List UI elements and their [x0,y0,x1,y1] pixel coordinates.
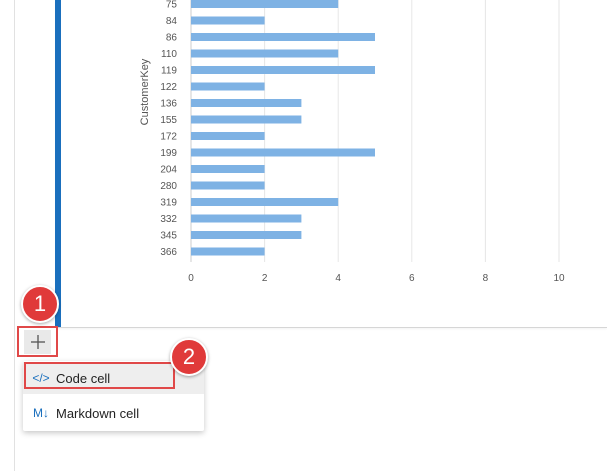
bar [191,181,265,190]
menu-item-label: Code cell [56,370,111,386]
y-tick-label: 86 [166,33,178,44]
callout-badge-1: 1 [21,285,59,323]
bar [191,247,265,256]
menu-item-markdown-cell[interactable]: M↓ Markdown cell [23,397,204,429]
y-tick-label: 319 [160,198,177,209]
y-tick-label: 172 [160,132,177,143]
y-tick-label: 110 [161,49,177,60]
y-tick-label: 332 [160,214,177,225]
bar [191,198,339,206]
y-tick-label: 122 [160,82,177,93]
notebook-page: 0 2 4 6 8 10 75 84 86 110 119 122 136 155 172 199 204 280… [0,0,607,471]
menu-item-label: Markdown cell [56,405,140,421]
x-tick-label: 2 [262,273,268,284]
y-tick-label: 136 [160,99,177,110]
y-tick-label: 84 [166,16,178,27]
add-cell-button[interactable] [17,326,58,357]
x-tick-label: 10 [553,273,565,284]
customer-bar-chart: 0 2 4 6 8 10 75 84 86 110 119 122 136 155 172 199 204 280… [139,0,565,284]
bar [191,33,375,41]
bar [191,82,265,91]
bar [191,132,265,140]
bar [191,49,339,58]
y-tick-label: 119 [161,66,177,77]
bar [191,148,375,157]
bar [191,16,265,25]
code-icon: </> [32,371,50,385]
x-tick-label: 8 [483,273,489,284]
y-tick-label: 155 [160,115,177,126]
markdown-icon: M↓ [33,406,49,420]
y-tick-label: 204 [160,165,177,176]
bar [191,66,375,74]
bar [191,165,265,173]
y-axis-title: CustomerKey [139,58,151,125]
x-tick-label: 4 [335,273,341,284]
plus-icon [24,329,51,354]
x-tick-label: 6 [409,273,415,284]
bar [191,231,302,239]
bar [191,99,302,107]
y-tick-label: 366 [160,247,177,258]
y-tick-label: 75 [166,0,178,11]
bar [191,115,302,124]
bar [191,0,339,8]
x-tick-label: 0 [188,273,194,284]
y-tick-label: 199 [160,148,177,159]
y-tick-label: 345 [160,231,177,242]
callout-badge-2: 2 [170,338,208,376]
y-tick-label: 280 [160,181,177,192]
bar [191,214,302,223]
